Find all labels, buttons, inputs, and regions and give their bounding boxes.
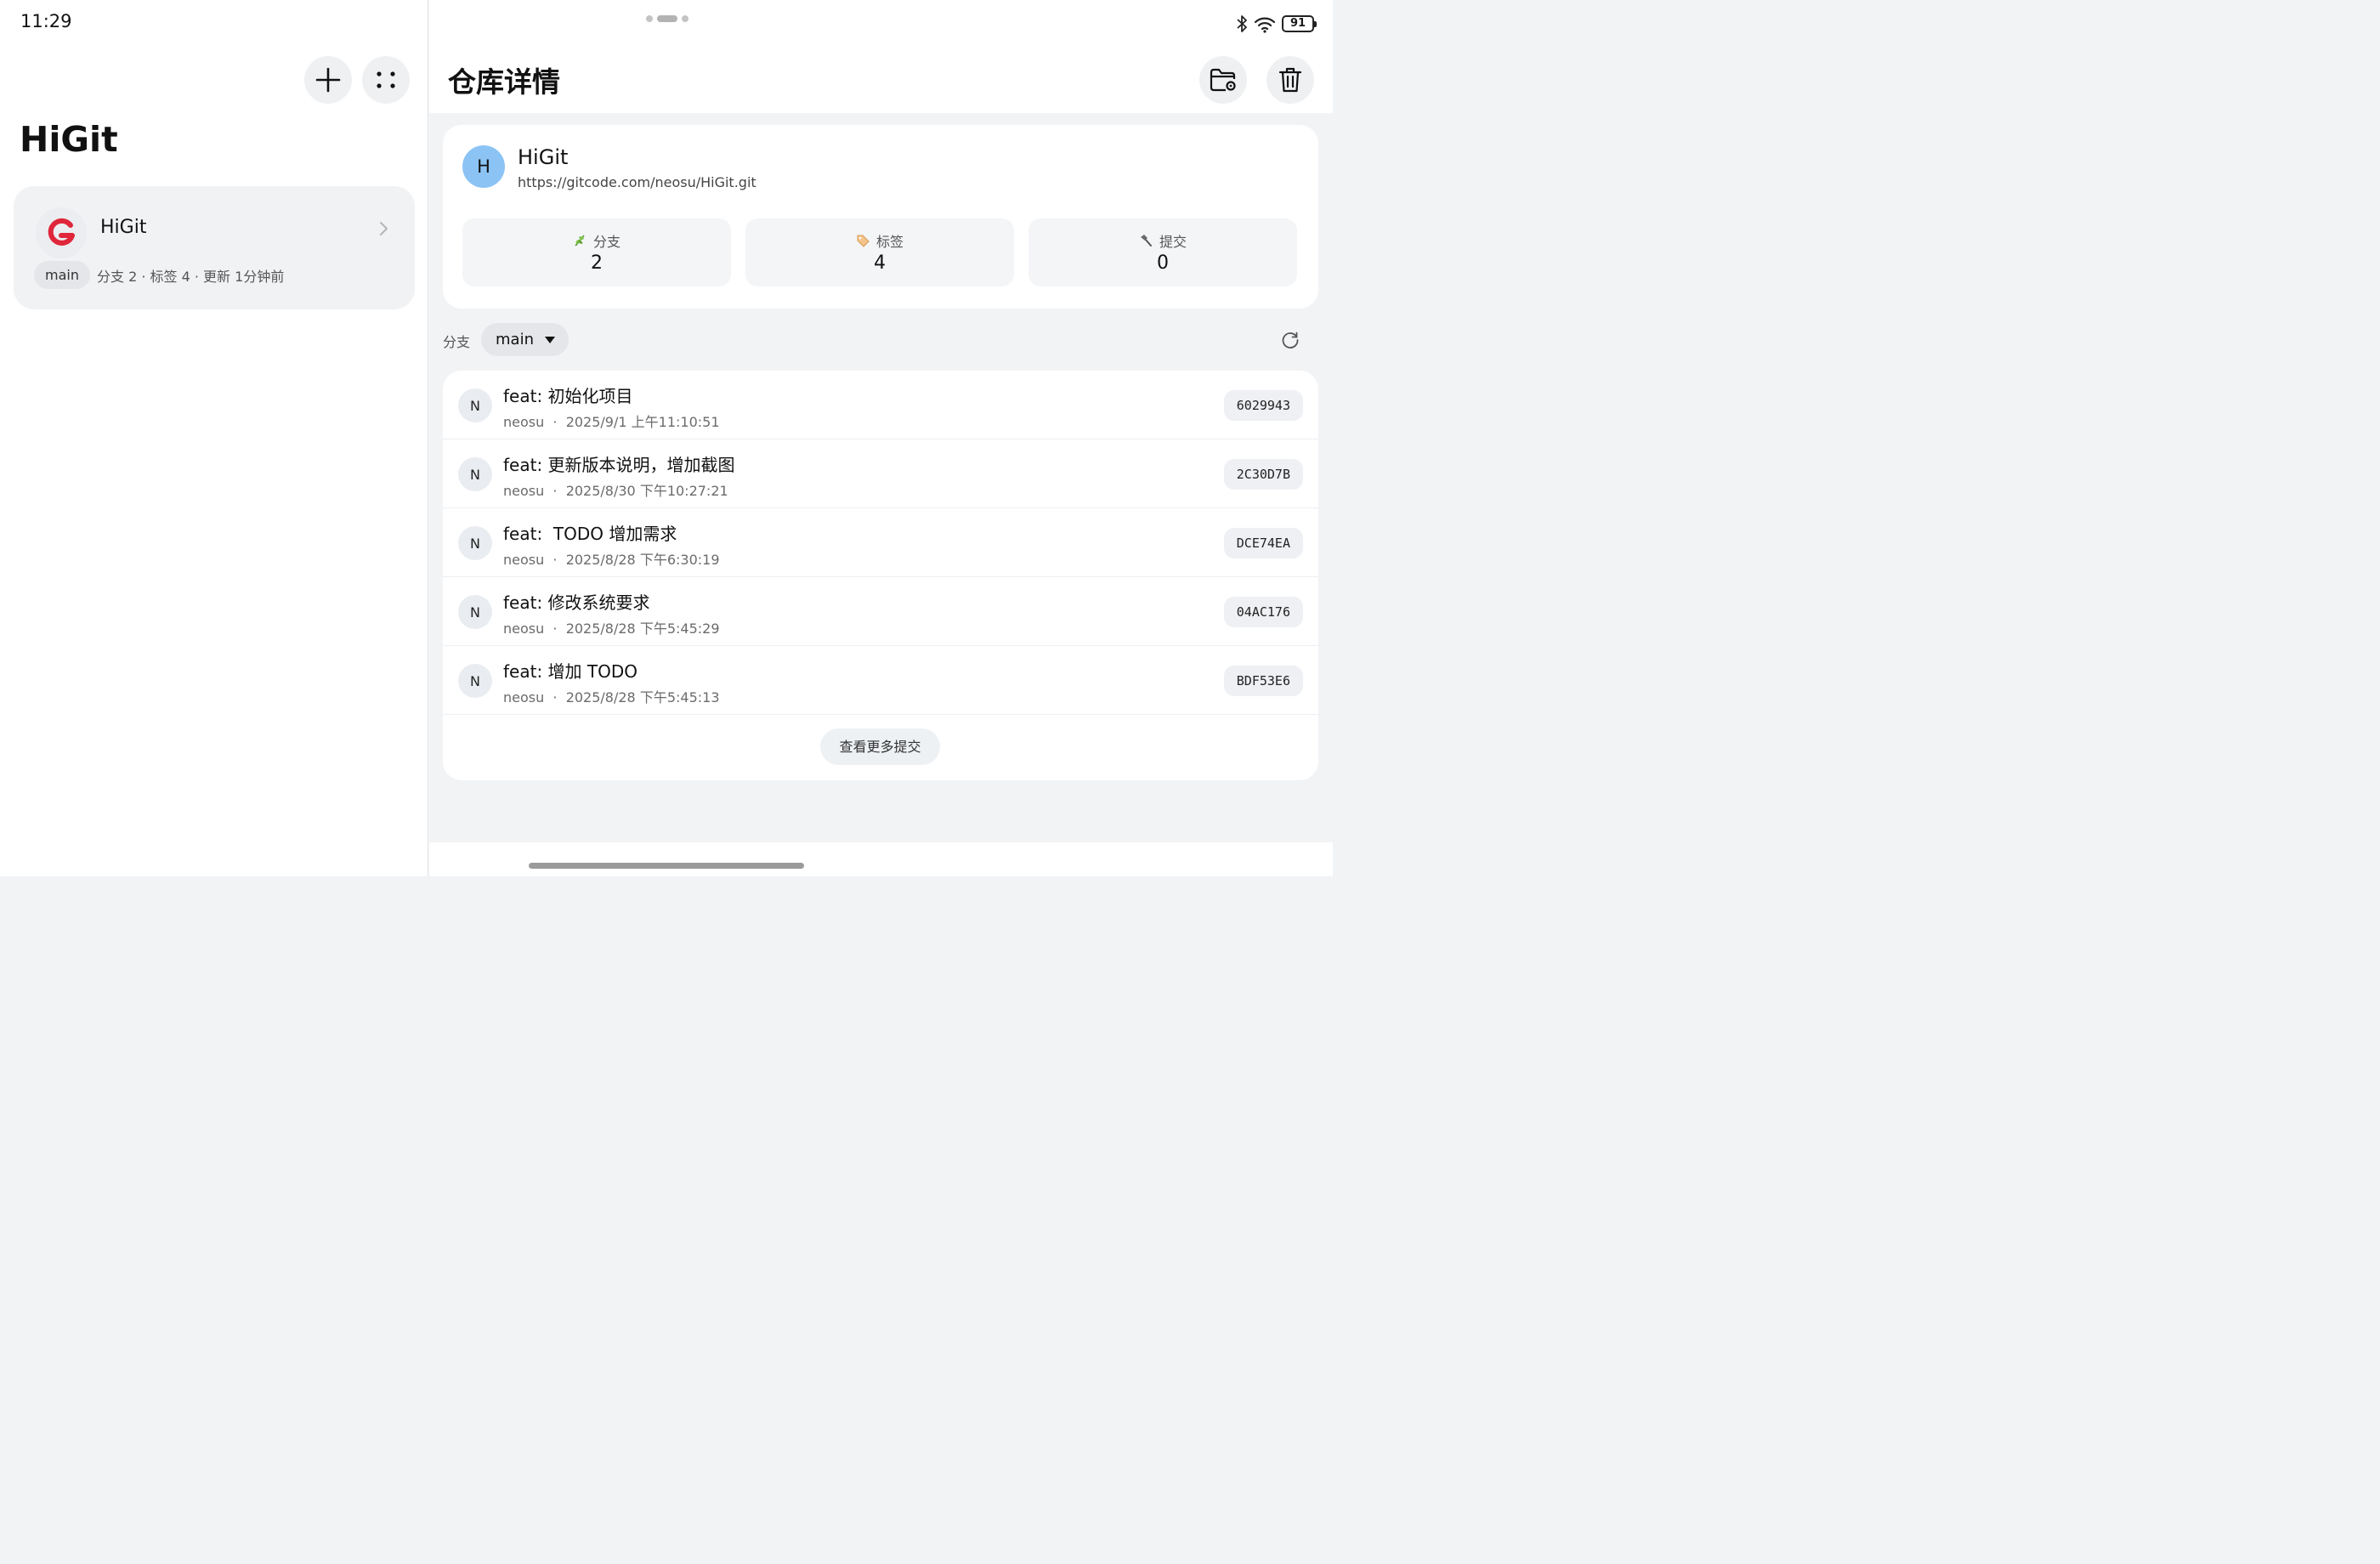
battery-icon: 91 bbox=[1282, 15, 1317, 32]
commit-message: feat: 更新版本说明，增加截图 bbox=[503, 455, 735, 475]
hammer-icon bbox=[1140, 235, 1152, 246]
status-time: 11:29 bbox=[20, 11, 72, 31]
repo-detail-pane: 91 仓库详情 H HiGit https://gitcode.com/neos… bbox=[429, 0, 1333, 876]
commit-row[interactable]: N feat: TODO 增加需求 neosu · 2025/8/28 下午6:… bbox=[443, 508, 1318, 577]
commit-meta: neosu · 2025/8/30 下午10:27:21 bbox=[503, 479, 728, 500]
commit-row[interactable]: N feat: 初始化项目 neosu · 2025/9/1 上午11:10:5… bbox=[443, 371, 1318, 439]
tag-icon bbox=[857, 235, 870, 247]
commit-author: neosu bbox=[503, 414, 545, 430]
plus-icon bbox=[315, 67, 341, 93]
commit-hash[interactable]: DCE74EA bbox=[1223, 528, 1303, 558]
branch-dropdown-value: main bbox=[496, 331, 534, 348]
commit-date: 2025/8/28 下午5:45:29 bbox=[565, 620, 720, 637]
commit-row[interactable]: N feat: 修改系统要求 neosu · 2025/8/28 下午5:45:… bbox=[443, 577, 1318, 646]
add-repo-button[interactable] bbox=[304, 56, 352, 104]
open-folder-button[interactable] bbox=[1199, 56, 1247, 104]
author-avatar: N bbox=[458, 457, 492, 491]
branch-dropdown[interactable]: main bbox=[481, 323, 569, 356]
commit-author: neosu bbox=[503, 620, 545, 637]
commit-author: neosu bbox=[503, 483, 545, 499]
caret-down-icon bbox=[544, 336, 555, 343]
separator-dot: · bbox=[552, 552, 558, 568]
commit-message: feat: 增加 TODO bbox=[503, 661, 638, 682]
separator-dot: · bbox=[552, 620, 558, 637]
higit-logo-icon bbox=[48, 218, 75, 246]
delete-repo-button[interactable] bbox=[1266, 56, 1314, 104]
branches-stat-value: 2 bbox=[591, 252, 603, 274]
commit-hash[interactable]: 2C30D7B bbox=[1223, 459, 1303, 490]
repo-meta: 分支 2 · 标签 4 · 更新 1分钟前 bbox=[97, 269, 285, 285]
branches-stat-label: 分支 bbox=[592, 234, 620, 250]
commit-date: 2025/8/28 下午6:30:19 bbox=[565, 552, 720, 568]
author-avatar: N bbox=[458, 595, 492, 629]
commit-message: feat: 初始化项目 bbox=[503, 386, 633, 406]
trash-icon bbox=[1278, 67, 1302, 93]
repo-list-item[interactable]: HiGit main 分支 2 · 标签 4 · 更新 1分钟前 bbox=[14, 186, 415, 309]
commit-message: feat: TODO 增加需求 bbox=[503, 524, 677, 544]
view-more-commits-button[interactable]: 查看更多提交 bbox=[820, 728, 940, 765]
author-avatar: N bbox=[458, 664, 492, 698]
detail-title: 仓库详情 bbox=[448, 65, 560, 99]
folder-settings-icon bbox=[1210, 68, 1236, 92]
chevron-right-icon bbox=[380, 222, 388, 235]
commit-row[interactable]: N feat: 更新版本说明，增加截图 neosu · 2025/8/30 下午… bbox=[443, 439, 1318, 508]
commit-author: neosu bbox=[503, 552, 545, 568]
commits-stat-label: 提交 bbox=[1159, 234, 1187, 250]
commit-date: 2025/9/1 上午11:10:51 bbox=[565, 414, 720, 430]
commit-date: 2025/8/28 下午5:45:13 bbox=[565, 689, 720, 706]
wifi-icon bbox=[1254, 17, 1276, 33]
commit-list: N feat: 初始化项目 neosu · 2025/9/1 上午11:10:5… bbox=[443, 371, 1318, 780]
more-options-button[interactable] bbox=[362, 56, 410, 104]
status-icons: 91 bbox=[1236, 14, 1317, 34]
commit-hash[interactable]: 6029943 bbox=[1223, 390, 1303, 421]
repo-name: HiGit bbox=[100, 217, 147, 238]
commit-author: neosu bbox=[503, 689, 545, 706]
repo-logo bbox=[36, 207, 87, 258]
commit-hash[interactable]: 04AC176 bbox=[1223, 597, 1303, 627]
home-indicator[interactable] bbox=[529, 863, 804, 869]
separator-dot: · bbox=[552, 483, 558, 499]
page-title: HiGit bbox=[20, 119, 118, 160]
commit-message: feat: 修改系统要求 bbox=[503, 592, 650, 613]
repo-url: https://gitcode.com/neosu/HiGit.git bbox=[518, 174, 756, 190]
four-dots-icon bbox=[377, 71, 395, 88]
commit-meta: neosu · 2025/9/1 上午11:10:51 bbox=[503, 411, 720, 431]
navigation-bar bbox=[429, 842, 1333, 876]
commit-meta: neosu · 2025/8/28 下午5:45:29 bbox=[503, 617, 720, 638]
commit-date: 2025/8/30 下午10:27:21 bbox=[565, 483, 728, 499]
herb-icon bbox=[575, 235, 585, 246]
commit-meta: neosu · 2025/8/28 下午5:45:13 bbox=[503, 686, 720, 706]
tags-stat[interactable]: 标签 4 bbox=[745, 218, 1014, 286]
author-avatar: N bbox=[458, 526, 492, 560]
commits-stat[interactable]: 提交 0 bbox=[1028, 218, 1297, 286]
commit-hash[interactable]: BDF53E6 bbox=[1223, 666, 1303, 696]
commit-row[interactable]: N feat: 增加 TODO neosu · 2025/8/28 下午5:45… bbox=[443, 646, 1318, 715]
repo-list-pane: 11:29 HiGit HiGit main 分支 2 · 标签 4 · 更新 … bbox=[0, 0, 428, 876]
tags-stat-label: 标签 bbox=[876, 234, 904, 250]
detail-header: 91 仓库详情 bbox=[429, 0, 1333, 113]
refresh-icon[interactable] bbox=[1280, 330, 1300, 350]
repo-avatar: H bbox=[462, 145, 505, 188]
branch-label: 分支 bbox=[443, 334, 471, 350]
author-avatar: N bbox=[458, 388, 492, 422]
separator-dot: · bbox=[552, 414, 558, 430]
commit-meta: neosu · 2025/8/28 下午6:30:19 bbox=[503, 548, 720, 569]
window-drag-handle-icon[interactable] bbox=[645, 14, 689, 23]
commits-stat-value: 0 bbox=[1157, 252, 1169, 274]
bluetooth-icon bbox=[1237, 15, 1247, 32]
branches-stat[interactable]: 分支 2 bbox=[462, 218, 731, 286]
repo-name: HiGit bbox=[518, 145, 569, 169]
branch-badge: main bbox=[34, 261, 90, 289]
repo-info-card: H HiGit https://gitcode.com/neosu/HiGit.… bbox=[443, 125, 1318, 309]
tags-stat-value: 4 bbox=[874, 252, 886, 274]
separator-dot: · bbox=[552, 689, 558, 706]
